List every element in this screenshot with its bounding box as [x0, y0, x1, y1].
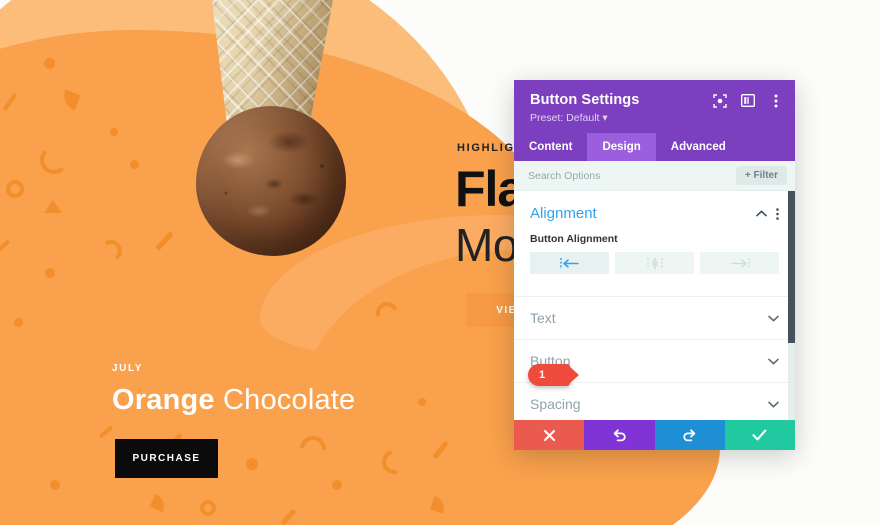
kicker-july: JULY — [112, 363, 144, 374]
chevron-up-icon[interactable] — [756, 210, 767, 217]
tab-advanced[interactable]: Advanced — [656, 133, 741, 161]
alignment-section: Alignment Button Alignment — [514, 191, 795, 274]
section-text-label: Text — [530, 310, 556, 326]
modal-preset-selector[interactable]: Preset: Default ▾ — [530, 112, 781, 124]
section-spacing[interactable]: Spacing — [514, 382, 795, 420]
layout-view-icon[interactable] — [740, 93, 755, 108]
button-alignment-label: Button Alignment — [530, 233, 618, 245]
chevron-down-icon: ▾ — [602, 112, 608, 124]
section-button[interactable]: Button — [514, 339, 795, 382]
modal-tabs: Content Design Advanced — [514, 133, 795, 161]
search-input[interactable] — [528, 169, 736, 182]
button-alignment-group — [530, 252, 779, 274]
cancel-button[interactable] — [514, 420, 585, 450]
check-icon — [752, 429, 767, 441]
section-spacing-label: Spacing — [530, 396, 581, 412]
ice-cream-cone-image — [188, 0, 348, 304]
more-options-icon[interactable] — [768, 93, 783, 108]
align-right-button[interactable] — [700, 252, 779, 274]
section-button-label: Button — [530, 353, 571, 369]
tab-design[interactable]: Design — [587, 133, 656, 161]
redo-icon — [683, 428, 696, 441]
chevron-down-icon — [768, 315, 779, 322]
modal-header: Button Settings Preset: Default ▾ — [514, 80, 795, 133]
focus-mode-icon[interactable] — [712, 93, 727, 108]
headline-secondary: Mo — [455, 219, 518, 271]
chevron-down-icon — [768, 401, 779, 408]
section-menu-icon[interactable] — [776, 207, 779, 220]
headline-orange-chocolate: Orange Chocolate — [112, 384, 355, 417]
panel-scrollbar-thumb[interactable] — [788, 191, 795, 343]
undo-icon — [613, 428, 626, 441]
headline-light: Chocolate — [223, 384, 356, 416]
chevron-down-icon — [768, 358, 779, 365]
align-left-button[interactable] — [530, 252, 609, 274]
undo-button[interactable] — [584, 420, 655, 450]
section-text[interactable]: Text — [514, 296, 795, 339]
screenshot-root: JULY Orange Chocolate PURCHASE HIGHLIGHT… — [0, 0, 880, 525]
modal-action-bar — [514, 420, 795, 450]
modal-header-icons — [712, 93, 783, 108]
redo-button[interactable] — [654, 420, 725, 450]
tab-content[interactable]: Content — [514, 133, 587, 161]
preset-label: Preset: Default — [530, 112, 600, 124]
search-options-bar: + Filter — [514, 161, 795, 191]
close-icon — [543, 429, 555, 441]
button-settings-modal: Button Settings Preset: Default ▾ Conten… — [514, 80, 795, 450]
panel-scrollbar-track[interactable] — [788, 191, 795, 420]
settings-panel-body: Alignment Button Alignment 1 Text Button… — [514, 191, 795, 420]
align-center-button[interactable] — [615, 252, 694, 274]
alignment-section-header: Alignment — [530, 205, 779, 222]
collapsed-sections: Text Button Spacing — [514, 296, 795, 420]
filter-button[interactable]: + Filter — [735, 166, 787, 185]
save-button[interactable] — [724, 420, 795, 450]
alignment-section-controls — [756, 207, 779, 220]
purchase-button[interactable]: PURCHASE — [115, 439, 218, 478]
alignment-section-title[interactable]: Alignment — [530, 205, 597, 222]
chocolate-scoop — [196, 106, 346, 256]
headline-strong: Orange — [112, 384, 215, 416]
